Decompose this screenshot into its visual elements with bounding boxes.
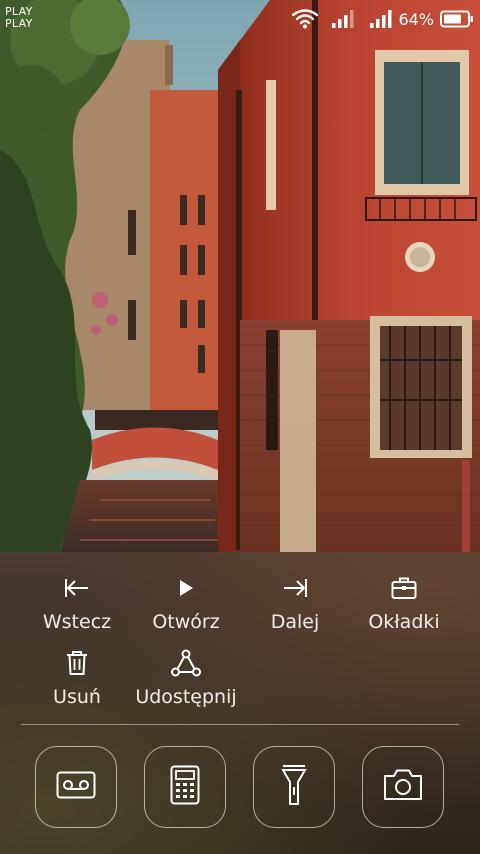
share-icon <box>131 649 241 677</box>
battery-percent: 64% <box>398 9 434 29</box>
back-button[interactable]: Wstecz <box>32 576 122 633</box>
play-icon <box>141 576 231 600</box>
delete-button[interactable]: Usuń <box>32 651 122 708</box>
back-label: Wstecz <box>42 611 112 633</box>
next-label: Dalej <box>270 611 320 633</box>
calculator-shortcut-button[interactable] <box>144 746 226 828</box>
share-button[interactable]: Udostępnij <box>131 649 241 708</box>
delete-label: Usuń <box>53 686 101 708</box>
recorder-shortcut-button[interactable] <box>35 746 117 828</box>
wallpaper-image <box>0 0 480 552</box>
share-label: Udostępnij <box>135 686 237 708</box>
previous-icon <box>32 576 122 600</box>
trash-icon <box>32 651 122 675</box>
briefcase-icon <box>359 576 449 600</box>
signal-icon <box>370 10 392 28</box>
signal-icon <box>332 10 354 28</box>
covers-button[interactable]: Okładki <box>359 576 449 633</box>
divider <box>21 724 459 725</box>
notification-play-label: PLAY <box>5 17 33 30</box>
status-bar: PLAY PLAY 64% <box>0 0 480 38</box>
calculator-icon <box>170 765 200 809</box>
camera-icon <box>382 768 424 806</box>
flashlight-icon <box>281 764 307 810</box>
open-label: Otwórz <box>152 611 220 633</box>
covers-label: Okładki <box>368 611 440 633</box>
next-button[interactable]: Dalej <box>250 576 340 633</box>
next-icon <box>250 576 340 600</box>
recorder-icon <box>56 771 96 803</box>
open-button[interactable]: Otwórz <box>141 576 231 633</box>
battery-icon <box>440 10 474 28</box>
flashlight-shortcut-button[interactable] <box>253 746 335 828</box>
camera-shortcut-button[interactable] <box>362 746 444 828</box>
wifi-icon <box>292 9 319 29</box>
